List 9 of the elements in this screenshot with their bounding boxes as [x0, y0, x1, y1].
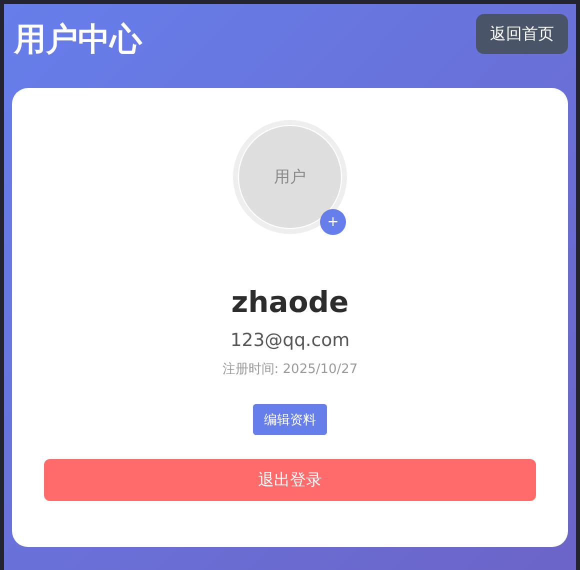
logout-button[interactable]: 退出登录: [44, 459, 536, 501]
add-avatar-button[interactable]: +: [320, 209, 346, 235]
page-title: 用户中心: [14, 19, 142, 60]
email: 123@qq.com: [230, 330, 350, 351]
username: zhaode: [231, 284, 349, 321]
registration-date: 注册时间: 2025/10/27: [222, 361, 358, 378]
edit-profile-button[interactable]: 编辑资料: [253, 404, 327, 435]
back-home-button[interactable]: 返回首页: [476, 14, 568, 54]
avatar-text: 用户: [274, 166, 306, 188]
